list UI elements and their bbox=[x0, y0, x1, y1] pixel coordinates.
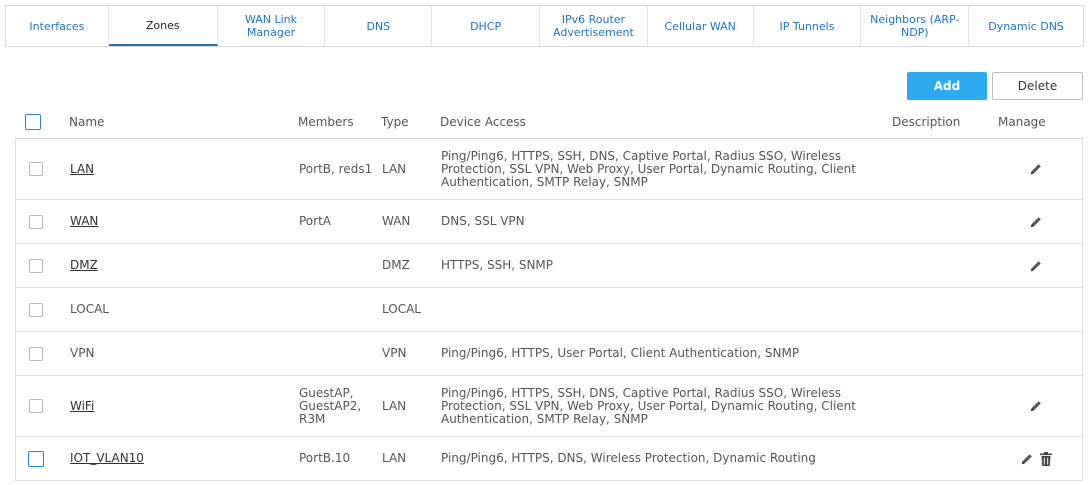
header-description[interactable]: Description bbox=[892, 106, 960, 138]
tab-interfaces[interactable]: Interfaces bbox=[6, 6, 109, 46]
zone-device-access bbox=[441, 288, 881, 331]
zone-name-cell: LAN bbox=[70, 139, 270, 199]
edit-pencil-icon[interactable] bbox=[1029, 259, 1043, 273]
tab-cellular-wan[interactable]: Cellular WAN bbox=[648, 6, 754, 46]
header-members[interactable]: Members bbox=[298, 106, 354, 138]
zone-name-cell: IOT_VLAN10 bbox=[70, 437, 270, 480]
tab-bar: Interfaces Zones WAN Link Manager DNS DH… bbox=[5, 5, 1084, 47]
zone-members bbox=[299, 332, 374, 375]
trash-icon[interactable] bbox=[1040, 451, 1052, 466]
table-row: LOCAL LOCAL bbox=[15, 288, 1083, 332]
edit-pencil-icon[interactable] bbox=[1020, 452, 1034, 466]
table-row: DMZ DMZ HTTPS, SSH, SNMP bbox=[15, 244, 1083, 288]
manage-cell bbox=[996, 200, 1076, 243]
header-name[interactable]: Name bbox=[69, 106, 104, 138]
zone-name-link[interactable]: WAN bbox=[70, 215, 98, 228]
manage-cell bbox=[996, 244, 1076, 287]
zone-members: GuestAP, GuestAP2, R3M bbox=[299, 385, 362, 426]
header-manage: Manage bbox=[998, 115, 1046, 129]
row-select-cell bbox=[16, 332, 56, 375]
header-device-access[interactable]: Device Access bbox=[440, 106, 526, 138]
row-select-cell bbox=[16, 437, 56, 480]
manage-cell bbox=[996, 376, 1076, 436]
tab-dns[interactable]: DNS bbox=[325, 6, 433, 46]
zone-device-access: DNS, SSL VPN bbox=[441, 214, 525, 228]
zone-device-access: Ping/Ping6, HTTPS, User Portal, Client A… bbox=[441, 346, 800, 360]
zone-type: WAN bbox=[382, 214, 411, 228]
zone-type: LAN bbox=[382, 398, 407, 413]
zone-type: LAN bbox=[382, 161, 407, 176]
manage-cell bbox=[996, 139, 1076, 199]
edit-pencil-icon[interactable] bbox=[1029, 162, 1043, 176]
row-checkbox[interactable] bbox=[29, 346, 43, 361]
zone-name-link[interactable]: LAN bbox=[70, 162, 94, 176]
tab-ip-tunnels[interactable]: IP Tunnels bbox=[754, 6, 862, 46]
row-checkbox[interactable] bbox=[28, 450, 44, 467]
zone-name-link[interactable]: IOT_VLAN10 bbox=[70, 452, 144, 465]
tab-ipv6-router-advertisement[interactable]: IPv6 Router Advertisement bbox=[540, 6, 648, 46]
zone-members: PortB.10 bbox=[299, 451, 351, 465]
zone-name-link[interactable]: WiFi bbox=[70, 399, 94, 413]
tab-neighbors[interactable]: Neighbors (ARP-NDP) bbox=[861, 6, 970, 46]
header-type[interactable]: Type bbox=[381, 106, 409, 138]
zone-name-text: LOCAL bbox=[70, 302, 109, 316]
tab-dynamic-dns[interactable]: Dynamic DNS bbox=[969, 6, 1083, 46]
zone-device-access: Ping/Ping6, HTTPS, SSH, DNS, Captive Por… bbox=[441, 148, 856, 189]
row-select-cell bbox=[16, 139, 56, 199]
tab-zones[interactable]: Zones bbox=[108, 6, 218, 46]
zones-table-body: LAN PortB, reds1 LAN Ping/Ping6, HTTPS, … bbox=[15, 138, 1083, 481]
table-row: VPN VPN Ping/Ping6, HTTPS, User Portal, … bbox=[15, 332, 1083, 376]
manage-cell bbox=[996, 332, 1076, 375]
tab-dhcp[interactable]: DHCP bbox=[432, 6, 540, 46]
zone-type: LAN bbox=[382, 451, 407, 465]
delete-button[interactable]: Delete bbox=[992, 72, 1083, 100]
table-row: LAN PortB, reds1 LAN Ping/Ping6, HTTPS, … bbox=[15, 139, 1083, 200]
zone-members: PortB, reds1 bbox=[299, 161, 373, 176]
add-button[interactable]: Add bbox=[907, 72, 987, 100]
zone-name-cell: WAN bbox=[70, 200, 270, 243]
edit-pencil-icon[interactable] bbox=[1029, 215, 1043, 229]
zone-name-cell: VPN bbox=[70, 332, 270, 375]
row-select-cell bbox=[16, 244, 56, 287]
edit-pencil-icon[interactable] bbox=[1029, 399, 1043, 413]
zone-name-link[interactable]: DMZ bbox=[70, 259, 98, 272]
zone-members bbox=[299, 288, 374, 331]
zone-type: DMZ bbox=[382, 258, 410, 272]
table-row: IOT_VLAN10 PortB.10 LAN Ping/Ping6, HTTP… bbox=[15, 437, 1083, 481]
zone-name-cell: DMZ bbox=[70, 244, 270, 287]
tab-wan-link-manager[interactable]: WAN Link Manager bbox=[218, 6, 326, 46]
zone-members: PortA bbox=[299, 214, 331, 228]
zone-name-cell: WiFi bbox=[70, 376, 270, 436]
zone-name-text: VPN bbox=[70, 346, 95, 360]
row-checkbox[interactable] bbox=[29, 162, 43, 176]
zone-device-access: Ping/Ping6, HTTPS, SSH, DNS, Captive Por… bbox=[441, 385, 856, 426]
zone-device-access: HTTPS, SSH, SNMP bbox=[441, 258, 554, 272]
row-checkbox[interactable] bbox=[29, 399, 43, 413]
zone-name-cell: LOCAL bbox=[70, 288, 270, 331]
table-header: Name Members Type Device Access Descript… bbox=[15, 106, 1083, 138]
select-all-checkbox[interactable] bbox=[25, 114, 41, 130]
table-row: WiFi GuestAP, GuestAP2, R3M LAN Ping/Pin… bbox=[15, 376, 1083, 437]
select-all-cell bbox=[25, 106, 41, 138]
zone-type: LOCAL bbox=[382, 302, 421, 316]
zone-type: VPN bbox=[382, 346, 407, 360]
row-checkbox[interactable] bbox=[29, 258, 43, 273]
zone-device-access: Ping/Ping6, HTTPS, DNS, Wireless Protect… bbox=[441, 451, 816, 465]
table-row: WAN PortA WAN DNS, SSL VPN bbox=[15, 200, 1083, 244]
row-checkbox[interactable] bbox=[29, 302, 43, 317]
manage-cell bbox=[996, 288, 1076, 331]
manage-cell bbox=[996, 437, 1076, 480]
row-select-cell bbox=[16, 200, 56, 243]
row-checkbox[interactable] bbox=[29, 214, 43, 229]
row-select-cell bbox=[16, 376, 56, 436]
row-select-cell bbox=[16, 288, 56, 331]
zone-members bbox=[299, 244, 374, 287]
